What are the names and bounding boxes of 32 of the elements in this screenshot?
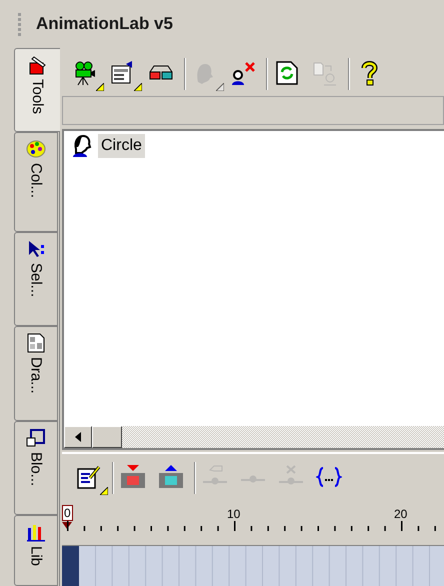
side-tab[interactable]: Dra... bbox=[14, 326, 58, 421]
side-tab[interactable]: Tools bbox=[14, 48, 60, 132]
block-icon bbox=[26, 428, 46, 448]
person-head-icon bbox=[72, 135, 92, 158]
toolbox-icon bbox=[28, 55, 48, 75]
scroll-thumb[interactable] bbox=[92, 426, 122, 448]
tree-item[interactable]: Circle bbox=[98, 134, 145, 158]
film-up-icon[interactable] bbox=[158, 464, 184, 490]
grip-icon[interactable] bbox=[18, 11, 22, 37]
current-frame-marker[interactable]: 0 bbox=[62, 504, 73, 521]
window-title: AnimationLab v5 bbox=[36, 13, 173, 36]
document-icon bbox=[26, 333, 46, 353]
scroll-left-button[interactable] bbox=[64, 426, 92, 448]
palette-icon bbox=[26, 139, 46, 159]
left-arrow-icon bbox=[75, 432, 81, 442]
side-tab[interactable]: Lib bbox=[14, 515, 58, 586]
pointer-icon bbox=[26, 239, 46, 259]
side-tab[interactable]: Sel... bbox=[14, 232, 58, 326]
film-down-icon[interactable] bbox=[120, 464, 146, 490]
side-tab[interactable]: Col... bbox=[14, 132, 58, 232]
dropdown-corner-icon[interactable] bbox=[96, 83, 104, 92]
refresh-document-icon[interactable] bbox=[274, 60, 300, 86]
horizontal-scrollbar[interactable] bbox=[64, 426, 444, 448]
current-frame-cell bbox=[62, 546, 79, 586]
dropdown-corner-icon[interactable] bbox=[100, 487, 108, 496]
ruler-label: 10 bbox=[227, 506, 240, 521]
bar-chart-icon bbox=[26, 522, 46, 542]
side-tab[interactable]: Blo... bbox=[14, 421, 58, 515]
dropdown-corner-icon[interactable] bbox=[134, 83, 142, 92]
person-remove-icon[interactable] bbox=[230, 60, 256, 86]
edit-list-icon[interactable] bbox=[76, 464, 102, 490]
ruler-label: 20 bbox=[394, 506, 408, 521]
